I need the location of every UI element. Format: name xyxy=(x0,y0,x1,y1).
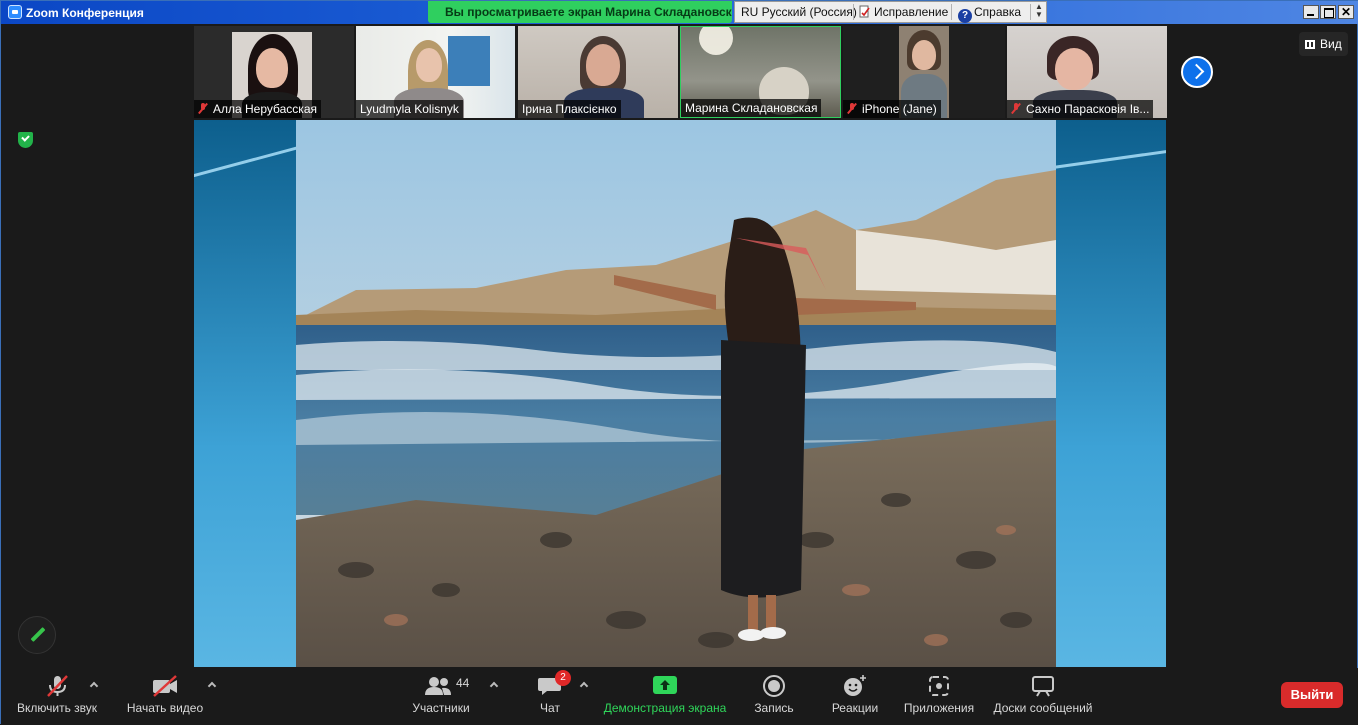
start-video-button[interactable]: Начать видео xyxy=(121,668,209,725)
meeting-toolbar: Включить звук Начать видео 44 Участники xyxy=(1,668,1358,725)
participant-name-tag: iPhone (Jane) xyxy=(843,100,941,118)
start-video-label: Начать видео xyxy=(126,701,204,715)
screen-share-banner[interactable]: Вы просматриваете экран Марина Складанов… xyxy=(428,1,732,23)
face-shape xyxy=(1055,48,1093,90)
zoom-logo-icon xyxy=(8,5,22,19)
maximize-button[interactable] xyxy=(1320,5,1336,19)
participant-tile[interactable]: iPhone (Jane) xyxy=(843,26,1005,118)
grid-view-icon xyxy=(1305,40,1315,49)
title-bar: Zoom Конференция Вы просматриваете экран… xyxy=(1,1,1358,24)
video-options-chevron-up-icon[interactable] xyxy=(207,681,217,691)
apps-icon xyxy=(929,676,949,696)
participants-label: Участники xyxy=(412,701,470,715)
video-off-icon xyxy=(153,675,177,697)
correction-icon xyxy=(859,5,870,18)
face-shape xyxy=(256,48,288,88)
participant-name: Марина Складановская xyxy=(685,101,818,115)
slide-photo xyxy=(296,120,1056,667)
chat-unread-badge: 2 xyxy=(555,670,571,686)
record-button[interactable]: Запись xyxy=(749,668,799,725)
correction-label: Исправление xyxy=(874,5,949,19)
shared-screen xyxy=(194,120,1166,667)
participant-name: iPhone (Jane) xyxy=(862,102,937,116)
participants-button[interactable]: 44 Участники xyxy=(407,668,475,725)
separator xyxy=(853,4,854,20)
separator xyxy=(951,4,952,20)
participant-tile[interactable]: Ірина Плаксієнко xyxy=(518,26,678,118)
language-bar: RU Русский (Россия) Исправление ? Справка… xyxy=(734,1,1047,23)
annotate-pencil-icon[interactable] xyxy=(18,616,56,654)
participant-tile-active-speaker[interactable]: Марина Складановская xyxy=(680,26,841,118)
mic-muted-icon xyxy=(198,103,208,114)
share-screen-icon xyxy=(653,676,677,694)
participant-tile[interactable]: Алла Нерубасская xyxy=(194,26,354,118)
reactions-button[interactable]: Реакции xyxy=(827,668,883,725)
participant-name-tag: Марина Складановская xyxy=(681,99,822,117)
participant-tile[interactable]: Lyudmyla Kolisnyk xyxy=(356,26,515,118)
help-label: Справка xyxy=(974,5,1022,19)
record-icon xyxy=(763,675,785,697)
mic-muted-icon xyxy=(47,675,68,697)
participant-name-tag: Lyudmyla Kolisnyk xyxy=(356,100,463,118)
participants-options-chevron-up-icon[interactable] xyxy=(489,681,499,691)
window-title: Zoom Конференция xyxy=(26,6,144,20)
participants-count: 44 xyxy=(456,676,470,690)
slide-right-panel xyxy=(1034,120,1166,667)
whiteboards-label: Доски сообщений xyxy=(993,701,1093,715)
participant-name-tag: Ірина Плаксієнко xyxy=(518,100,621,118)
zoom-window: Zoom Конференция Вы просматриваете экран… xyxy=(0,0,1358,725)
apps-button[interactable]: Приложения xyxy=(899,668,979,725)
view-label: Вид xyxy=(1320,37,1342,51)
minimize-button[interactable] xyxy=(1303,5,1319,19)
participant-name: Lyudmyla Kolisnyk xyxy=(360,102,459,116)
leave-meeting-button[interactable]: Выйти xyxy=(1281,682,1343,708)
whiteboards-button[interactable]: Доски сообщений xyxy=(989,668,1097,725)
language-bar-options-icon[interactable]: ▲ ▼ xyxy=(1033,3,1045,21)
mic-muted-icon xyxy=(847,103,857,114)
apps-label: Приложения xyxy=(903,701,975,715)
separator xyxy=(1030,4,1031,20)
wall-poster xyxy=(448,36,490,86)
participant-tile[interactable]: Сахно Парасковія Ів... xyxy=(1007,26,1167,118)
language-selector[interactable]: RU Русский (Россия) xyxy=(741,5,857,19)
next-page-button[interactable] xyxy=(1181,56,1213,88)
close-button[interactable]: ✕ xyxy=(1338,5,1354,19)
correction-item[interactable]: Исправление xyxy=(858,5,948,19)
participant-name: Ірина Плаксієнко xyxy=(522,102,617,116)
share-screen-label: Демонстрация экрана xyxy=(603,701,727,715)
beach-scene-image xyxy=(296,120,1056,667)
unmute-label: Включить звук xyxy=(16,701,98,715)
help-item[interactable]: ? Справка xyxy=(958,5,1021,23)
face-shape xyxy=(416,48,442,82)
reactions-label: Реакции xyxy=(831,701,879,715)
security-shield-icon[interactable] xyxy=(18,132,33,148)
participants-icon xyxy=(425,677,451,695)
face-shape xyxy=(912,40,936,70)
participant-name: Сахно Парасковія Ів... xyxy=(1026,102,1150,116)
chat-label: Чат xyxy=(540,701,560,715)
slide-left-panel xyxy=(194,120,327,667)
mic-muted-icon xyxy=(1011,103,1021,114)
participant-name: Алла Нерубасская xyxy=(213,102,317,116)
view-button[interactable]: Вид xyxy=(1299,32,1348,56)
participant-name-tag: Сахно Парасковія Ів... xyxy=(1007,100,1154,118)
record-label: Запись xyxy=(754,701,794,715)
participant-name-tag: Алла Нерубасская xyxy=(194,100,321,118)
chat-button[interactable]: 2 Чат xyxy=(527,668,573,725)
chat-options-chevron-up-icon[interactable] xyxy=(579,681,589,691)
face-shape xyxy=(586,44,620,86)
reactions-emoji-icon xyxy=(844,675,866,696)
share-screen-button[interactable]: Демонстрация экрана xyxy=(601,668,729,725)
help-icon: ? xyxy=(958,9,972,23)
whiteboard-icon xyxy=(1032,676,1054,697)
unmute-button[interactable]: Включить звук xyxy=(11,668,103,725)
